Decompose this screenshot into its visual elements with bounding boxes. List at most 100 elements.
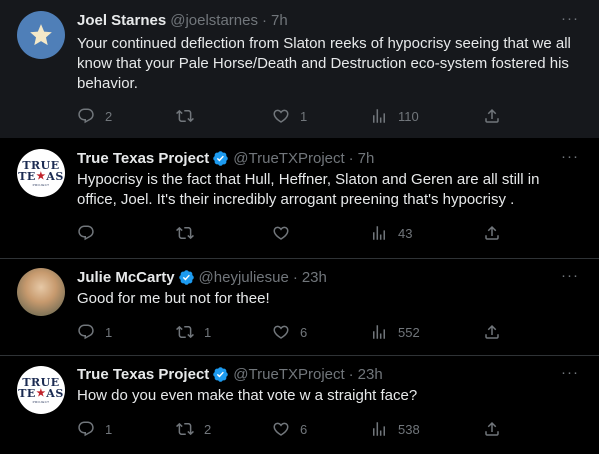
star-icon: ★ <box>36 387 46 399</box>
retweet-button[interactable]: 2 <box>176 419 211 439</box>
avatar-logo-text: TE ★ AS <box>18 169 64 183</box>
like-button[interactable]: 6 <box>272 322 307 342</box>
tweet-actions: 2 1 110 <box>77 106 507 126</box>
tweet-header: True Texas Project @TrueTXProject · 7h <box>77 150 374 167</box>
view-count: 538 <box>398 421 420 437</box>
tweet-text: Your continued deflection from Slaton re… <box>77 35 571 92</box>
view-count: 552 <box>398 324 420 340</box>
like-count: 6 <box>300 324 308 340</box>
reply-icon <box>77 420 95 438</box>
reply-button[interactable]: 1 <box>77 419 112 439</box>
author-name[interactable]: True Texas Project <box>77 366 209 383</box>
reply-icon <box>77 323 95 341</box>
reply-count: 2 <box>105 108 113 124</box>
share-button[interactable] <box>483 419 501 439</box>
share-button[interactable] <box>483 223 501 243</box>
views-button[interactable]: 110 <box>370 106 419 126</box>
share-icon <box>483 107 501 125</box>
tweet-actions: 1 2 6 538 <box>77 419 507 439</box>
views-button[interactable]: 552 <box>370 322 420 342</box>
reply-icon <box>77 224 95 242</box>
heart-icon <box>272 420 290 438</box>
star-icon <box>30 24 52 46</box>
author-name[interactable]: Joel Starnes <box>77 12 166 29</box>
tweet-header: True Texas Project @TrueTXProject · 23h <box>77 366 383 383</box>
tweet-4[interactable]: TRUE TE ★ AS PROJECT True Texas Project @T… <box>0 356 599 454</box>
avatar-logo-text: TRUE <box>22 375 60 389</box>
share-button[interactable] <box>483 106 501 126</box>
like-count: 1 <box>300 108 308 124</box>
like-button[interactable]: 6 <box>272 419 307 439</box>
separator: · <box>348 366 354 383</box>
avatar-joel-starnes[interactable] <box>17 11 65 59</box>
verified-badge-icon[interactable] <box>178 269 195 286</box>
reply-button[interactable] <box>77 223 105 243</box>
author-handle[interactable]: @heyjuliesue <box>199 269 289 286</box>
timestamp[interactable]: 23h <box>302 269 327 286</box>
tweet-header: Julie McCarty @heyjuliesue · 23h <box>77 269 327 286</box>
avatar-logo-text: PROJECT <box>32 182 50 187</box>
heart-icon <box>272 107 290 125</box>
separator: · <box>262 12 267 29</box>
avatar-true-texas-project[interactable]: TRUE TE ★ AS PROJECT <box>17 149 65 197</box>
like-count: 6 <box>300 421 308 437</box>
verified-badge-icon[interactable] <box>212 366 229 383</box>
separator: · <box>292 269 298 286</box>
separator: · <box>348 150 354 167</box>
heart-icon <box>272 323 290 341</box>
reply-count: 1 <box>105 421 113 437</box>
avatar-logo-text: PROJECT <box>32 399 50 404</box>
views-button[interactable]: 43 <box>370 223 412 243</box>
retweet-count: 1 <box>204 324 212 340</box>
heart-icon <box>272 224 290 242</box>
reply-icon <box>77 107 95 125</box>
timestamp[interactable]: 7h <box>358 150 375 167</box>
like-button[interactable]: 1 <box>272 106 307 126</box>
share-icon <box>483 323 501 341</box>
author-handle[interactable]: @joelstarnes <box>170 12 258 29</box>
more-options-button[interactable]: ··· <box>561 10 579 27</box>
tweet-1[interactable]: Joel Starnes @joelstarnes · 7h ··· Your … <box>0 0 599 138</box>
more-options-button[interactable]: ··· <box>561 148 579 165</box>
tweet-actions: 43 <box>77 223 507 243</box>
reply-button[interactable]: 2 <box>77 106 112 126</box>
retweet-button[interactable] <box>176 106 204 126</box>
verified-badge-icon[interactable] <box>212 150 229 167</box>
avatar-true-texas-project[interactable]: TRUE TE ★ AS PROJECT <box>17 366 65 414</box>
views-icon <box>370 224 388 242</box>
author-handle[interactable]: @TrueTXProject <box>233 150 344 167</box>
views-icon <box>370 420 388 438</box>
more-options-button[interactable]: ··· <box>561 364 579 381</box>
view-count: 110 <box>398 108 419 124</box>
tweet-3[interactable]: Julie McCarty @heyjuliesue · 23h ··· Goo… <box>0 259 599 355</box>
reply-button[interactable]: 1 <box>77 322 112 342</box>
reply-count: 1 <box>105 324 113 340</box>
retweet-button[interactable]: 1 <box>176 322 211 342</box>
view-count: 43 <box>398 225 413 241</box>
retweet-icon <box>176 224 194 242</box>
avatar-julie-mccarty[interactable] <box>17 268 65 316</box>
views-icon <box>370 323 388 341</box>
views-icon <box>370 107 388 125</box>
tweet-actions: 1 1 6 552 <box>77 322 507 342</box>
tweet-text: Good for me but not for thee! <box>77 290 270 307</box>
retweet-icon <box>176 323 194 341</box>
timestamp[interactable]: 7h <box>271 12 288 29</box>
retweet-count: 2 <box>204 421 212 437</box>
tweet-header: Joel Starnes @joelstarnes · 7h <box>77 12 288 29</box>
author-handle[interactable]: @TrueTXProject <box>233 366 344 383</box>
author-name[interactable]: Julie McCarty <box>77 269 175 286</box>
retweet-icon <box>176 420 194 438</box>
retweet-icon <box>176 107 194 125</box>
like-button[interactable] <box>272 223 300 243</box>
author-name[interactable]: True Texas Project <box>77 150 209 167</box>
avatar-logo-text: TE ★ AS <box>18 386 64 400</box>
timestamp[interactable]: 23h <box>358 366 383 383</box>
retweet-button[interactable] <box>176 223 204 243</box>
more-options-button[interactable]: ··· <box>561 267 579 284</box>
views-button[interactable]: 538 <box>370 419 420 439</box>
avatar-logo-text: TRUE <box>22 158 60 172</box>
tweet-text: How do you even make that vote w a strai… <box>77 387 418 404</box>
share-button[interactable] <box>483 322 501 342</box>
tweet-2[interactable]: TRUE TE ★ AS PROJECT True Texas Project @T… <box>0 138 599 258</box>
